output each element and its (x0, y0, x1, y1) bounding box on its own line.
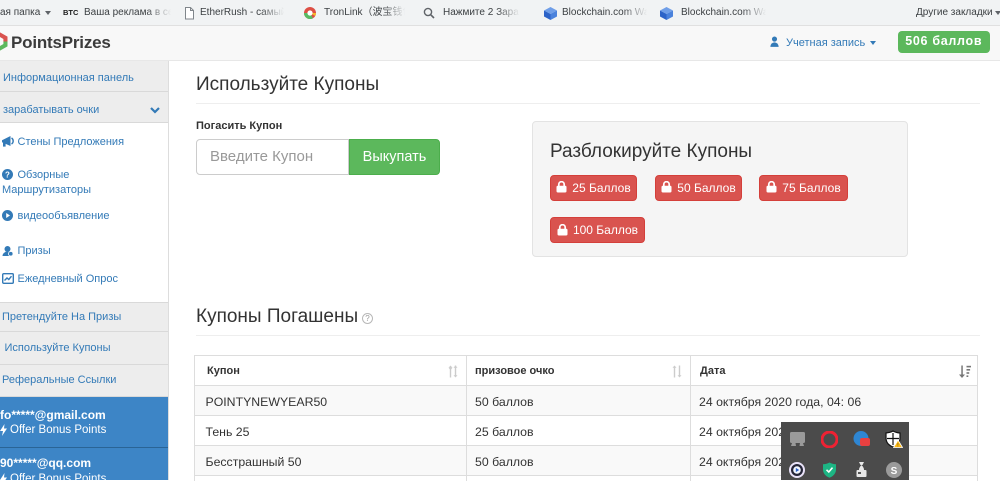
svg-text:!: ! (897, 443, 898, 448)
svg-text:S: S (891, 466, 898, 477)
svg-text:?: ? (365, 314, 370, 323)
svg-text:?: ? (5, 170, 10, 179)
